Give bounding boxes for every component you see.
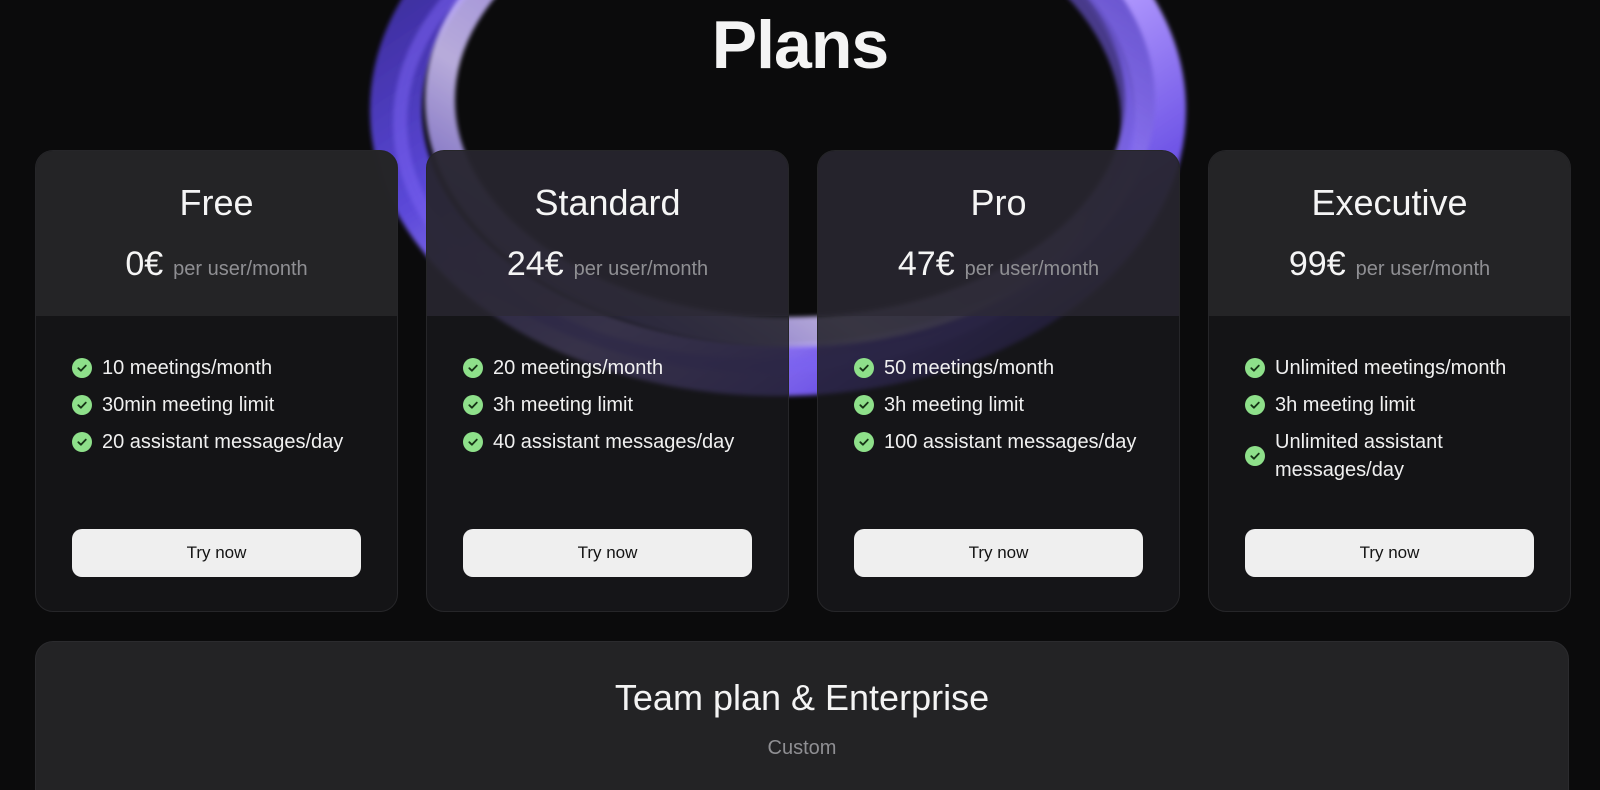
- feature-text: 100 assistant messages/day: [884, 431, 1137, 453]
- plan-price: 99€: [1288, 245, 1346, 283]
- pricing-page: Plans Free 0€ per user/month 10 meetings…: [0, 0, 1600, 790]
- feature-text: 40 assistant messages/day: [493, 431, 735, 453]
- feature-list: Unlimited meetings/month 3h meeting limi…: [1209, 316, 1570, 484]
- check-circle-icon: [854, 358, 874, 378]
- plan-header: Pro 47€ per user/month: [818, 151, 1179, 316]
- feature-item: 20 meetings/month: [463, 354, 788, 382]
- check-circle-icon: [854, 395, 874, 415]
- price-unit: per user/month: [964, 258, 1100, 280]
- feature-item: 50 meetings/month: [854, 354, 1179, 382]
- plan-name: Executive: [1311, 182, 1468, 223]
- page-title: Plans: [711, 7, 889, 83]
- plan-header: Standard 24€ per user/month: [427, 151, 788, 316]
- check-circle-icon: [854, 432, 874, 452]
- feature-item: Unlimited meetings/month: [1245, 354, 1570, 382]
- feature-text: 10 meetings/month: [102, 357, 273, 379]
- check-circle-icon: [463, 432, 483, 452]
- price-row: 47€ per user/month: [818, 245, 1179, 284]
- plan-card-standard: Standard 24€ per user/month 20 meetings/…: [426, 150, 789, 612]
- check-circle-icon: [72, 395, 92, 415]
- price-unit: per user/month: [173, 258, 308, 280]
- plan-header: Executive 99€ per user/month: [1209, 151, 1570, 316]
- feature-text: 3h meeting limit: [1275, 394, 1416, 416]
- try-now-button-standard[interactable]: Try now: [463, 529, 752, 577]
- plan-price: 0€: [125, 245, 164, 283]
- plan-name: Standard: [534, 182, 681, 223]
- feature-list: 50 meetings/month 3h meeting limit 100 a…: [818, 316, 1179, 456]
- feature-item: 3h meeting limit: [1245, 391, 1570, 419]
- feature-item: 30min meeting limit: [72, 391, 397, 419]
- plan-card-pro: Pro 47€ per user/month 50 meetings/month…: [817, 150, 1180, 612]
- feature-text: 30min meeting limit: [102, 394, 275, 416]
- check-circle-icon: [72, 432, 92, 452]
- plan-price: 24€: [506, 245, 564, 283]
- price-row: 24€ per user/month: [427, 245, 788, 284]
- plans-grid: Free 0€ per user/month 10 meetings/month…: [35, 150, 1571, 614]
- feature-item: 100 assistant messages/day: [854, 428, 1179, 456]
- feature-text: 3h meeting limit: [884, 394, 1025, 416]
- price-row: 0€ per user/month: [36, 245, 397, 284]
- plan-header: Free 0€ per user/month: [36, 151, 397, 316]
- feature-text: Unlimited assistant messages/day: [1275, 431, 1443, 481]
- feature-text: 3h meeting limit: [493, 394, 634, 416]
- feature-item: 20 assistant messages/day: [72, 428, 397, 456]
- try-now-button-pro[interactable]: Try now: [854, 529, 1143, 577]
- feature-item: 40 assistant messages/day: [463, 428, 788, 456]
- feature-text: 20 assistant messages/day: [102, 431, 344, 453]
- feature-text: 50 meetings/month: [884, 357, 1055, 379]
- check-circle-icon: [72, 358, 92, 378]
- price-unit: per user/month: [573, 258, 709, 280]
- feature-item: 3h meeting limit: [463, 391, 788, 419]
- try-now-button-free[interactable]: Try now: [72, 529, 361, 577]
- team-plan-title: Team plan & Enterprise: [614, 677, 990, 718]
- check-circle-icon: [463, 358, 483, 378]
- plan-name: Pro: [970, 182, 1027, 223]
- price-unit: per user/month: [1355, 258, 1491, 280]
- feature-item: 3h meeting limit: [854, 391, 1179, 419]
- try-now-button-executive[interactable]: Try now: [1245, 529, 1534, 577]
- feature-list: 10 meetings/month 30min meeting limit 20…: [36, 316, 397, 456]
- check-circle-icon: [1245, 395, 1265, 415]
- price-row: 99€ per user/month: [1209, 245, 1570, 284]
- feature-item: Unlimited assistant messages/day: [1245, 428, 1570, 484]
- check-circle-icon: [1245, 446, 1265, 466]
- plan-card-free: Free 0€ per user/month 10 meetings/month…: [35, 150, 398, 612]
- check-circle-icon: [1245, 358, 1265, 378]
- feature-item: 10 meetings/month: [72, 354, 397, 382]
- plan-name: Free: [179, 182, 254, 223]
- feature-text: 20 meetings/month: [493, 357, 664, 379]
- feature-list: 20 meetings/month 3h meeting limit 40 as…: [427, 316, 788, 456]
- plan-price: 47€: [897, 245, 955, 283]
- plan-card-executive: Executive 99€ per user/month Unlimited m…: [1208, 150, 1571, 612]
- check-circle-icon: [463, 395, 483, 415]
- feature-text: Unlimited meetings/month: [1275, 357, 1507, 379]
- team-enterprise-panel: Team plan & Enterprise Custom: [35, 641, 1569, 790]
- team-plan-price: Custom: [767, 737, 837, 759]
